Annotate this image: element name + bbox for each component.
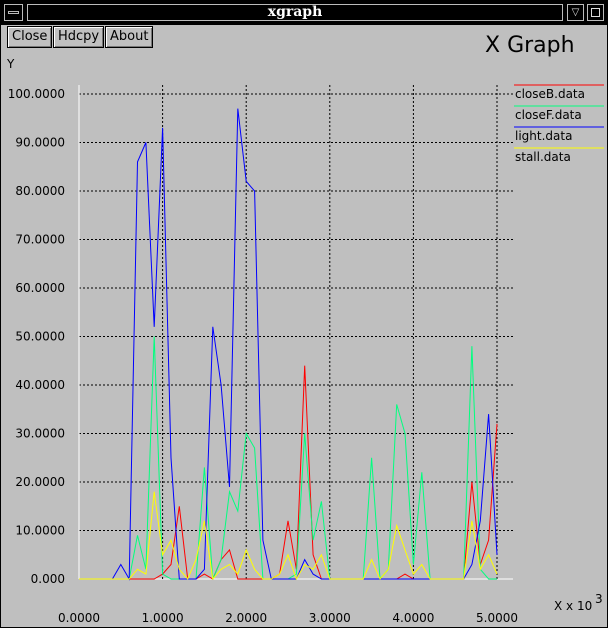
legend-label: closeF.data (515, 108, 582, 122)
x-tick-label: 4.0000 (392, 611, 434, 625)
chart: 0.00010.000020.000030.000040.000050.0000… (6, 57, 604, 625)
y-tick-label: 10.0000 (15, 524, 65, 538)
x-tick-label: 1.0000 (142, 611, 184, 625)
y-tick-label: 60.0000 (15, 281, 65, 295)
y-tick-label: 70.0000 (15, 233, 65, 247)
x-tick-label: 5.0000 (476, 611, 518, 625)
x-tick-label: 3.0000 (309, 611, 351, 625)
x-tick-label: 2.0000 (225, 611, 267, 625)
y-tick-label: 40.0000 (15, 378, 65, 392)
close-button[interactable]: Close (7, 26, 53, 48)
y-tick-label: 90.0000 (15, 136, 65, 150)
series-line (79, 336, 497, 581)
y-tick-label: 30.0000 (15, 427, 65, 441)
y-tick-label: 20.0000 (15, 475, 65, 489)
hdcpy-button[interactable]: Hdcpy (53, 26, 105, 48)
graph-title: X Graph (485, 33, 575, 58)
y-tick-label: 50.0000 (15, 330, 65, 344)
series-line (79, 365, 498, 580)
y-axis-label: Y (6, 57, 15, 71)
x-axis-exponent: 3 (595, 592, 603, 606)
legend-label: light.data (515, 129, 572, 143)
series-line (79, 108, 498, 581)
legend-label: stall.data (515, 150, 571, 164)
series-line (79, 491, 498, 581)
legend-label: closeB.data (515, 87, 585, 101)
x-tick-label: 0.0000 (58, 611, 100, 625)
y-tick-label: 80.0000 (15, 184, 65, 198)
x-axis-label: X x 10 (554, 599, 592, 613)
about-button[interactable]: About (105, 26, 154, 48)
y-tick-label: 100.0000 (8, 87, 65, 101)
xgraph-window: xgraph ▽ 0.000 10.0000 20.0000 30.0000 40.00… (0, 0, 608, 628)
y-tick-label: 0.000 (31, 572, 65, 586)
